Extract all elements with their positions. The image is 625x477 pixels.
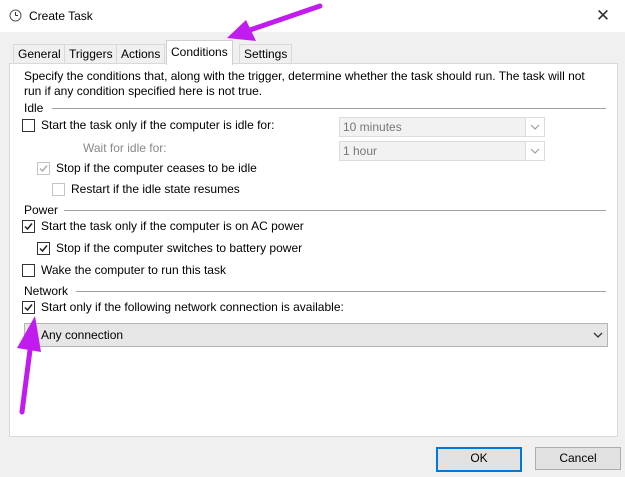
wait-for-idle-label: Wait for idle for:	[83, 141, 167, 155]
wait-duration-combo[interactable]: 1 hour	[339, 141, 545, 161]
tab-conditions[interactable]: Conditions	[166, 40, 233, 65]
tab-settings[interactable]: Settings	[239, 44, 293, 63]
checkmark-icon	[24, 304, 33, 312]
create-task-dialog: Create Task ✕ General Triggers Actions C…	[0, 0, 625, 477]
close-button[interactable]: ✕	[581, 0, 625, 32]
network-divider	[76, 291, 606, 292]
network-connection-value: Any connection	[41, 328, 124, 342]
checkmark-icon	[24, 223, 33, 231]
idle-group-label: Idle	[24, 101, 44, 115]
title-bar: Create Task ✕	[0, 0, 625, 32]
checkmark-icon	[39, 165, 48, 173]
network-group-label: Network	[24, 284, 69, 298]
power-group-label: Power	[24, 203, 59, 217]
network-connection-dropdown[interactable]: Any connection	[24, 323, 608, 347]
chevron-down-icon	[593, 332, 603, 338]
tab-triggers[interactable]: Triggers	[64, 44, 118, 63]
idle-duration-combo[interactable]: 10 minutes	[339, 117, 545, 137]
ac-power-checkbox[interactable]	[22, 220, 35, 233]
wait-duration-value: 1 hour	[343, 144, 378, 158]
battery-label: Stop if the computer switches to battery…	[56, 241, 303, 255]
power-divider	[64, 210, 606, 211]
wake-label: Wake the computer to run this task	[41, 263, 226, 277]
restart-idle-label: Restart if the idle state resumes	[71, 182, 240, 196]
network-label: Start only if the following network conn…	[41, 300, 344, 314]
chevron-down-icon	[525, 142, 544, 160]
stop-if-not-idle-label: Stop if the computer ceases to be idle	[56, 161, 257, 175]
ac-power-label: Start the task only if the computer is o…	[41, 219, 304, 233]
idle-checkbox[interactable]	[22, 119, 35, 132]
tab-general[interactable]: General	[13, 44, 66, 63]
stop-if-not-idle-checkbox[interactable]	[37, 162, 50, 175]
wake-checkbox[interactable]	[22, 264, 35, 277]
clock-icon	[9, 9, 22, 22]
tab-actions[interactable]: Actions	[116, 44, 166, 63]
cancel-button[interactable]: Cancel	[535, 447, 621, 470]
idle-divider	[52, 108, 606, 109]
restart-idle-checkbox[interactable]	[52, 183, 65, 196]
idle-checkbox-label: Start the task only if the computer is i…	[41, 118, 275, 132]
network-checkbox[interactable]	[22, 301, 35, 314]
ok-button[interactable]: OK	[436, 447, 522, 472]
battery-checkbox[interactable]	[37, 242, 50, 255]
checkmark-icon	[39, 245, 48, 253]
idle-duration-value: 10 minutes	[343, 120, 402, 134]
chevron-down-icon	[525, 118, 544, 136]
window-title: Create Task	[29, 9, 93, 23]
conditions-description: Specify the conditions that, along with …	[24, 69, 585, 98]
